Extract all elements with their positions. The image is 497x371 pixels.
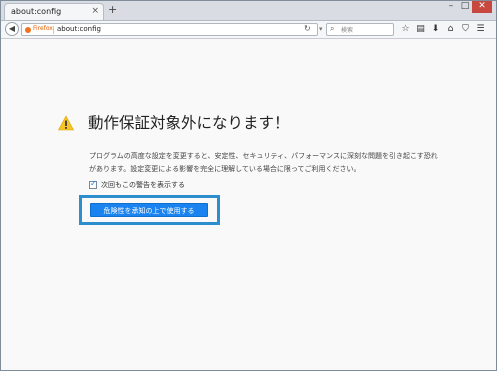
browser-window: about:config × + – □ ✕ ◀ Firefox about:c… xyxy=(0,0,497,371)
tab-strip: about:config × + – □ ✕ xyxy=(1,1,496,21)
back-button[interactable]: ◀ xyxy=(5,22,19,36)
url-divider xyxy=(53,26,54,34)
url-bar[interactable]: Firefox about:config xyxy=(21,23,318,36)
pocket-icon[interactable]: ⛉ xyxy=(458,23,473,36)
maximize-button[interactable]: □ xyxy=(458,1,472,13)
firefox-icon xyxy=(25,27,31,33)
warning-icon xyxy=(58,115,74,131)
reload-icon[interactable]: ↻ xyxy=(304,23,311,35)
star-icon[interactable]: ☆ xyxy=(398,23,413,36)
warning-description: プログラムの高度な設定を変更すると、安定性、セキュリティ、パフォーマンスに深刻な… xyxy=(89,152,438,173)
close-window-button[interactable]: ✕ xyxy=(472,1,492,13)
search-icon: ⌕ xyxy=(330,24,335,33)
show-warning-label[interactable]: 次回もこの警告を表示する xyxy=(101,180,185,190)
check-icon: ✓ xyxy=(90,179,97,188)
page-title: 動作保証対象外になります！ xyxy=(88,114,290,132)
tab-close-icon[interactable]: × xyxy=(91,6,99,16)
toolbar-icons: ☆ ▤ ⬇ ⌂ ⛉ ☰ xyxy=(398,23,488,36)
url-brand-label: Firefox xyxy=(33,25,53,32)
home-icon[interactable]: ⌂ xyxy=(443,23,458,36)
show-warning-checkbox[interactable]: ✓ xyxy=(89,179,97,189)
show-warning-option[interactable]: ✓ 次回もこの警告を表示する xyxy=(89,179,185,190)
tab-about-config[interactable]: about:config × xyxy=(4,3,104,20)
new-tab-icon[interactable]: + xyxy=(108,4,117,16)
dropdown-arrow-icon[interactable]: ▾ xyxy=(319,25,323,33)
search-placeholder: 検索 xyxy=(341,27,354,34)
accept-risk-button[interactable]: 危険性を承知の上で使用する xyxy=(90,203,208,217)
back-arrow-icon: ◀ xyxy=(8,24,16,33)
tab-title: about:config xyxy=(11,7,62,16)
window-controls: – □ ✕ xyxy=(444,1,492,13)
clipboard-icon[interactable]: ▤ xyxy=(413,23,428,36)
minimize-button[interactable]: – xyxy=(444,1,458,13)
page-content: 動作保証対象外になります！ プログラムの高度な設定を変更すると、安定性、セキュリ… xyxy=(1,39,496,370)
url-text[interactable]: about:config xyxy=(57,25,101,33)
menu-icon[interactable]: ☰ xyxy=(473,23,488,36)
search-box[interactable]: ⌕ 検索 xyxy=(326,23,394,36)
navigation-toolbar: ◀ Firefox about:config ↻ ▾ ⌕ 検索 ☆ ▤ ⬇ ⌂ … xyxy=(1,21,496,39)
download-icon[interactable]: ⬇ xyxy=(428,23,443,36)
